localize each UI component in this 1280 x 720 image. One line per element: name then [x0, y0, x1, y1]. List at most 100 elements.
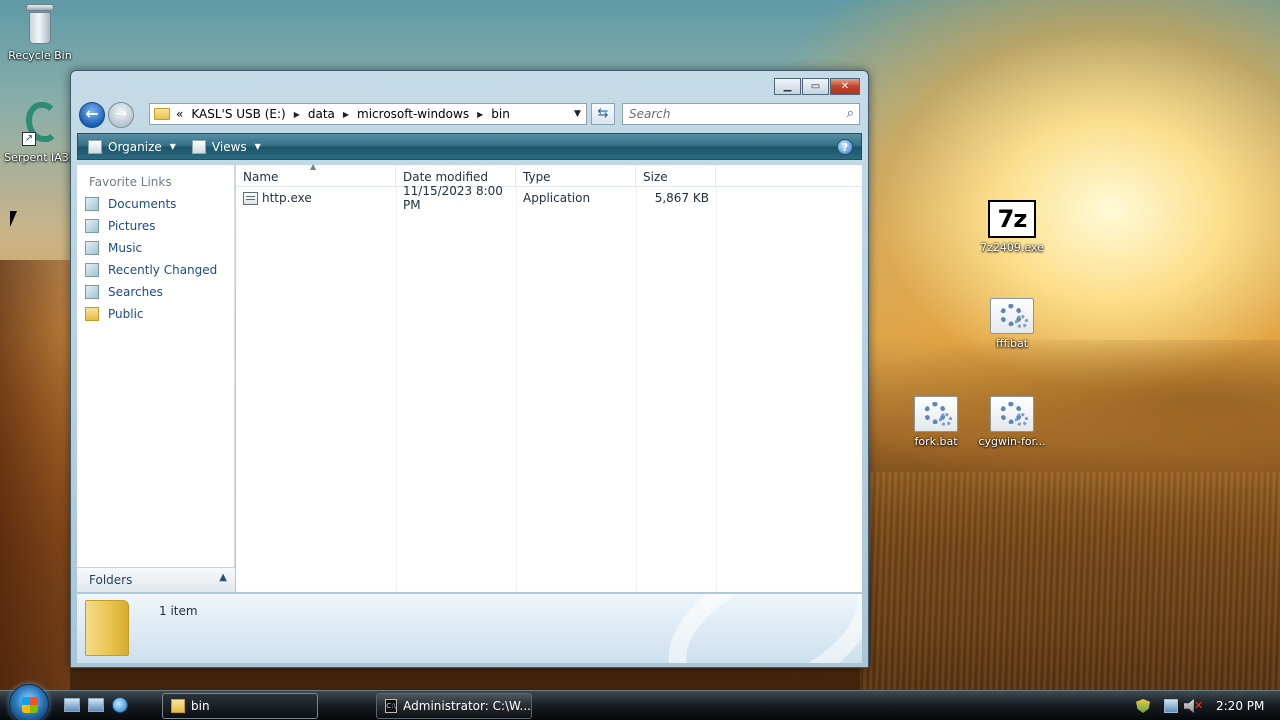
searches-icon: [85, 285, 99, 299]
breadcrumb-separator[interactable]: ▶: [294, 110, 300, 119]
column-header-name[interactable]: ▲ Name: [236, 162, 396, 186]
desktop-wallpaper-left-grass: [0, 260, 70, 692]
file-name: http.exe: [262, 191, 312, 205]
nav-item-label: Recently Changed: [108, 263, 218, 277]
search-input[interactable]: Search ⌕: [622, 103, 860, 125]
desktop-icon-7zip[interactable]: 7z 7z2409.exe: [972, 200, 1052, 254]
search-placeholder: Search: [629, 107, 671, 121]
mouse-cursor-icon: [10, 211, 24, 227]
batch-file-icon: [914, 396, 958, 432]
file-type: Application: [523, 191, 591, 205]
file-name-cell: http.exe: [236, 191, 396, 205]
folder-icon: [171, 699, 185, 713]
show-desktop-icon[interactable]: [64, 698, 80, 712]
details-pane: 1 item: [77, 593, 862, 663]
system-tray: ✕ 2:20 PM: [1130, 691, 1280, 720]
item-count: 1 item: [159, 604, 198, 618]
switch-windows-icon[interactable]: [88, 698, 104, 712]
batch-file-icon: [990, 396, 1034, 432]
breadcrumb-microsoft-windows[interactable]: microsoft-windows: [357, 107, 469, 121]
forward-button[interactable]: →: [108, 102, 134, 128]
folders-toggle[interactable]: Folders ▲: [77, 567, 235, 592]
nav-item-music[interactable]: Music: [77, 237, 234, 259]
file-size: 5,867 KB: [654, 191, 709, 205]
views-button[interactable]: Views ▼: [191, 139, 261, 154]
taskbar-button-explorer[interactable]: bin: [162, 693, 318, 719]
back-button[interactable]: ←: [79, 102, 105, 128]
column-header-size[interactable]: Size: [636, 165, 716, 186]
views-label: Views: [211, 139, 247, 154]
nav-item-searches[interactable]: Searches: [77, 281, 234, 303]
start-button[interactable]: [9, 684, 49, 720]
breadcrumb-separator[interactable]: ▶: [477, 110, 483, 119]
desktop-icon-label: fff.bat: [995, 337, 1029, 350]
desktop-icon-serpent[interactable]: ↗ Serpent IA32: [0, 100, 80, 164]
breadcrumb-separator[interactable]: ▶: [343, 110, 349, 119]
desktop-icon-label: fork.bat: [914, 435, 958, 448]
nav-item-recently-changed[interactable]: Recently Changed: [77, 259, 234, 281]
desktop-wallpaper-grass: [860, 472, 1280, 692]
desktop-icon-cygwin[interactable]: cygwin-for...: [972, 396, 1052, 448]
chevron-up-icon: ▲: [219, 572, 227, 583]
address-bar[interactable]: « KASL'S USB (E:) ▶ data ▶ microsoft-win…: [149, 103, 587, 125]
nav-item-public[interactable]: Public: [77, 303, 234, 325]
organize-icon: [88, 139, 102, 154]
organize-label: Organize: [108, 139, 162, 154]
breadcrumb-drive[interactable]: KASL'S USB (E:): [191, 107, 285, 121]
column-header-type[interactable]: Type: [516, 165, 636, 186]
7zip-icon: 7z: [988, 200, 1036, 238]
mute-icon: ✕: [1194, 699, 1204, 712]
nav-item-label: Searches: [108, 285, 163, 299]
table-row[interactable]: http.exe 11/15/2023 8:00 PM Application …: [236, 184, 862, 212]
breadcrumb-bin[interactable]: bin: [491, 107, 510, 121]
security-shield-icon[interactable]: [1136, 699, 1150, 713]
file-list: ▲ Name Date modified Type Size http.exe …: [236, 162, 862, 592]
recycle-bin-icon: [23, 2, 57, 46]
nav-item-label: Public: [108, 307, 144, 321]
taskbar-button-label: Administrator: C:\W...: [403, 699, 531, 713]
navigation-bar: ← → « KASL'S USB (E:) ▶ data ▶ microsoft…: [76, 101, 862, 128]
documents-icon: [85, 197, 99, 211]
address-overflow-chevron[interactable]: «: [176, 107, 183, 121]
refresh-button[interactable]: ⇆: [591, 103, 615, 125]
minimize-button[interactable]: ▁: [774, 78, 801, 95]
taskbar: bin C:\ Administrator: C:\W... ✕ 2:20 PM: [0, 684, 1280, 720]
file-date-modified: 11/15/2023 8:00 PM: [403, 184, 503, 212]
help-button[interactable]: ?: [837, 139, 853, 155]
desktop-icon-fff-bat[interactable]: fff.bat: [972, 298, 1052, 350]
column-guides: [236, 187, 862, 592]
close-button[interactable]: ✕: [830, 78, 860, 95]
nav-item-pictures[interactable]: Pictures: [77, 215, 234, 237]
desktop-icon-recycle-bin[interactable]: Recycle Bin: [0, 2, 80, 62]
desktop-icon-label: cygwin-for...: [978, 435, 1046, 448]
nav-item-documents[interactable]: Documents: [77, 193, 234, 215]
desktop-icon-label: 7z2409.exe: [980, 241, 1044, 254]
music-icon: [85, 241, 99, 255]
nav-item-label: Documents: [108, 197, 177, 211]
maximize-button[interactable]: ▭: [802, 78, 829, 95]
serpent-icon: ↗: [18, 100, 62, 148]
address-dropdown-icon[interactable]: ▼: [568, 109, 586, 119]
organize-button[interactable]: Organize ▼: [88, 139, 176, 154]
search-icon[interactable]: ⌕: [847, 106, 854, 121]
folder-icon: [85, 307, 99, 321]
desktop-icon-fork-bat[interactable]: fork.bat: [896, 396, 976, 448]
desktop-icon-label: Recycle Bin: [8, 49, 72, 62]
clock[interactable]: 2:20 PM: [1216, 699, 1264, 713]
window-controls: ▁ ▭ ✕: [774, 78, 860, 95]
recently-changed-icon: [85, 263, 99, 277]
details-swoosh-decoration: [644, 594, 862, 663]
breadcrumb-data[interactable]: data: [308, 107, 335, 121]
favorite-links-heading: Favorite Links: [89, 175, 172, 189]
column-header-date-modified[interactable]: Date modified: [396, 165, 516, 186]
application-icon: [243, 191, 258, 205]
folder-icon: [154, 108, 170, 120]
navigation-pane: Favorite Links Documents Pictures Music …: [77, 165, 235, 592]
internet-explorer-icon[interactable]: [112, 697, 128, 713]
folders-label: Folders: [89, 573, 133, 587]
command-toolbar: Organize ▼ Views ▼ ?: [77, 133, 862, 160]
explorer-window: ▁ ▭ ✕ ← → « KASL'S USB (E:) ▶ data ▶ mic…: [70, 70, 869, 668]
network-icon[interactable]: [1164, 699, 1178, 713]
taskbar-button-cmd[interactable]: C:\ Administrator: C:\W...: [376, 693, 532, 719]
folder-icon: [85, 600, 129, 656]
